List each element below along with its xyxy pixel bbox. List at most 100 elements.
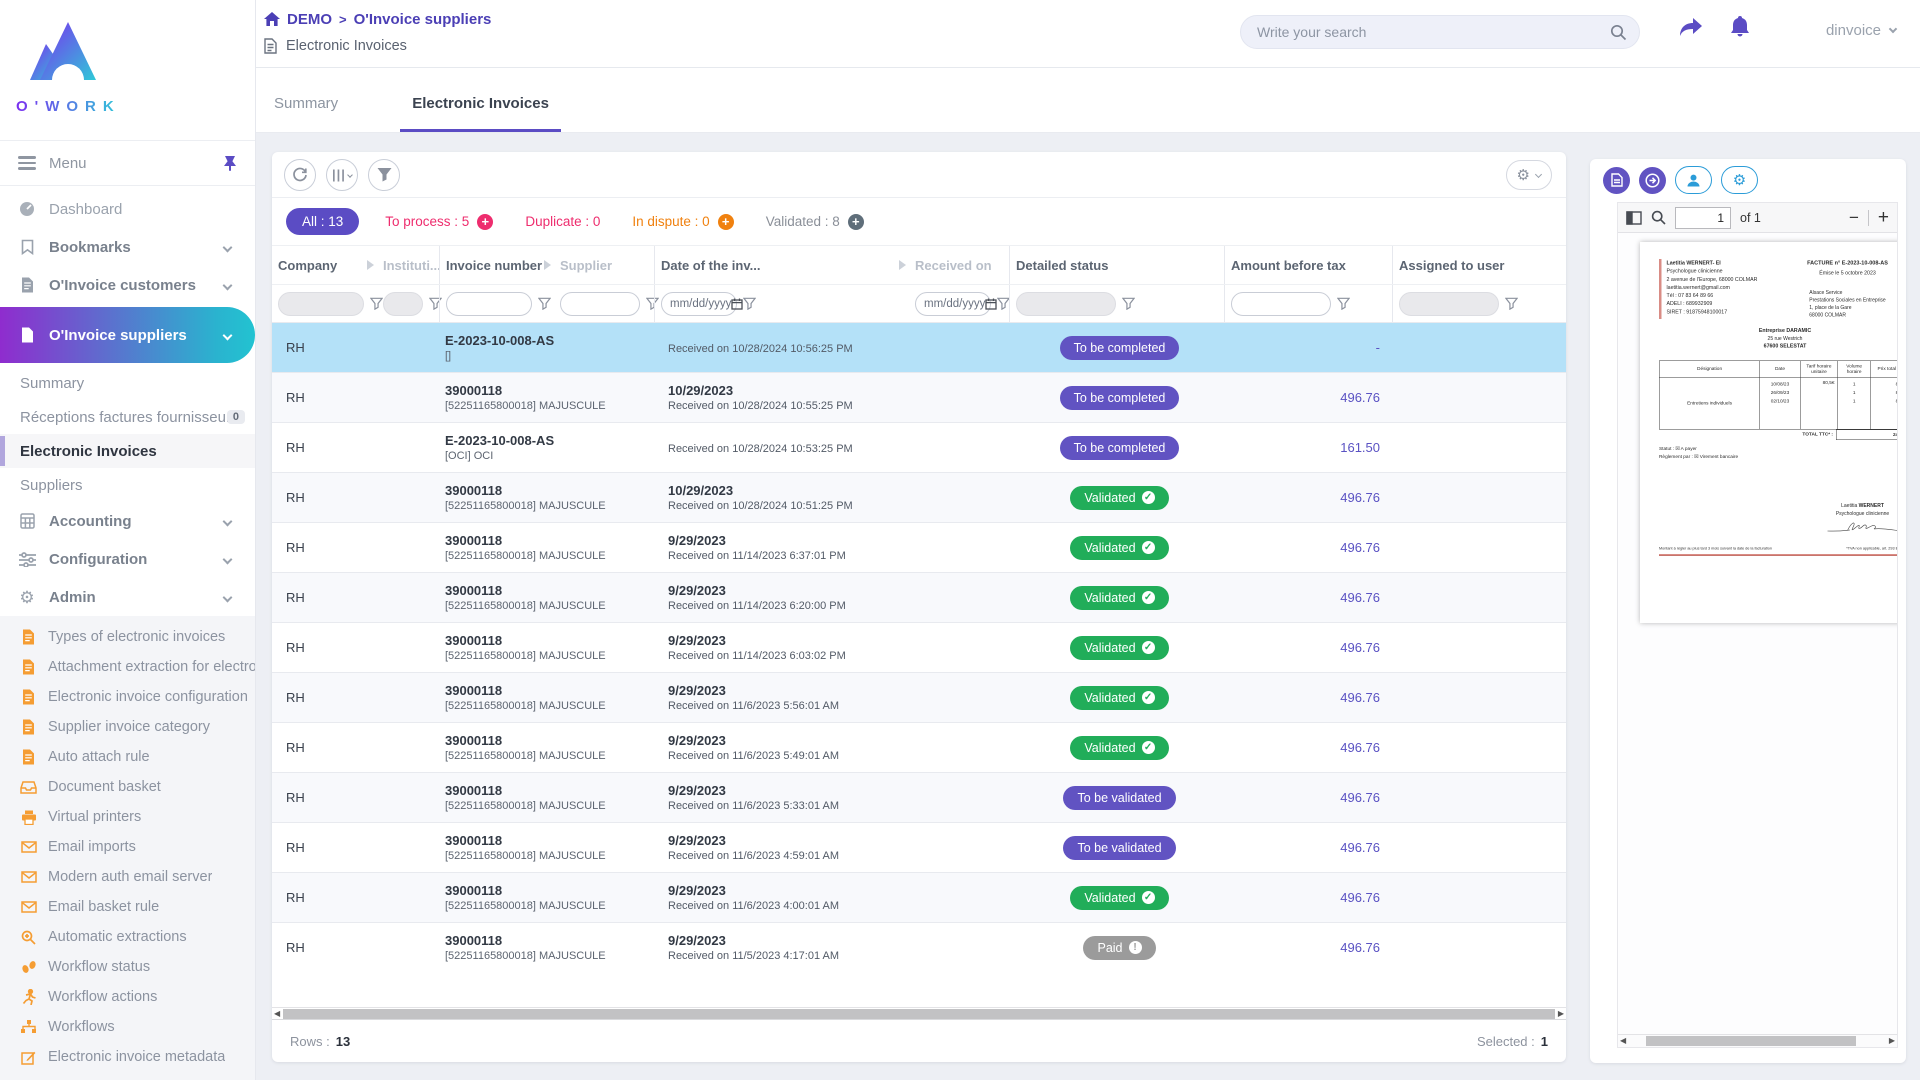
table-row-12[interactable]: RH 39000118[52251165800018] MAJUSCULE 9/… bbox=[272, 922, 1566, 972]
refresh-button[interactable] bbox=[284, 159, 316, 191]
table-row-10[interactable]: RH 39000118[52251165800018] MAJUSCULE 9/… bbox=[272, 822, 1566, 872]
column-header-8[interactable]: Assigned to user bbox=[1392, 246, 1566, 284]
funnel-icon[interactable] bbox=[743, 297, 756, 310]
funnel-icon[interactable] bbox=[1122, 297, 1135, 310]
filter-pill-2[interactable]: Duplicate : 0 bbox=[525, 214, 600, 229]
scroll-left-icon[interactable]: ◀ bbox=[274, 1008, 280, 1020]
search-icon[interactable] bbox=[1610, 24, 1627, 41]
column-filter-input[interactable] bbox=[1399, 292, 1499, 316]
table-row-4[interactable]: RH 39000118[52251165800018] MAJUSCULE 9/… bbox=[272, 522, 1566, 572]
table-row-8[interactable]: RH 39000118[52251165800018] MAJUSCULE 9/… bbox=[272, 722, 1566, 772]
table-row-7[interactable]: RH 39000118[52251165800018] MAJUSCULE 9/… bbox=[272, 672, 1566, 722]
amount-link[interactable]: 496.76 bbox=[1340, 790, 1380, 805]
filter-pill-4[interactable]: Validated : 8+ bbox=[766, 214, 864, 230]
sidebar-admin-item-23[interactable]: Workflow actions bbox=[0, 982, 255, 1012]
sidebar-admin-item-18[interactable]: Email imports bbox=[0, 832, 255, 862]
date-filter-input[interactable]: mm/dd/yyyy bbox=[915, 292, 991, 316]
sidebar-admin-item-12[interactable]: Attachment extraction for electronic inv… bbox=[0, 652, 255, 682]
column-header-5[interactable]: Received on bbox=[909, 246, 1009, 284]
column-filter-input[interactable] bbox=[1016, 292, 1116, 316]
amount-link[interactable]: 496.76 bbox=[1340, 490, 1380, 505]
sidebar-item-0[interactable]: Dashboard bbox=[0, 190, 255, 228]
column-filter-input[interactable] bbox=[1231, 292, 1331, 316]
table-row-9[interactable]: RH 39000118[52251165800018] MAJUSCULE 9/… bbox=[272, 772, 1566, 822]
share-icon[interactable] bbox=[1678, 16, 1704, 40]
amount-link[interactable]: 496.76 bbox=[1340, 590, 1380, 605]
sidebar-subitem-5[interactable]: Réceptions factures fournisseurs 0 bbox=[0, 400, 255, 434]
breadcrumb-section[interactable]: O'Invoice suppliers bbox=[354, 11, 492, 28]
plus-circle-icon[interactable]: + bbox=[718, 214, 734, 230]
sidebar-admin-item-19[interactable]: Modern auth email server bbox=[0, 862, 255, 892]
sidebar-item-1[interactable]: Bookmarks bbox=[0, 228, 255, 266]
plus-circle-icon[interactable]: + bbox=[848, 214, 864, 230]
sidebar-subitem-7[interactable]: Suppliers bbox=[0, 468, 255, 502]
sidebar-toggle-icon[interactable] bbox=[1626, 211, 1642, 225]
filter-pill-1[interactable]: To process : 5+ bbox=[385, 214, 493, 230]
sidebar-admin-item-14[interactable]: Supplier invoice category bbox=[0, 712, 255, 742]
column-filter-input[interactable] bbox=[560, 292, 640, 316]
sidebar-admin-item-17[interactable]: Virtual printers bbox=[0, 802, 255, 832]
table-settings-button[interactable]: ⚙ bbox=[1506, 160, 1552, 190]
amount-link[interactable]: 496.76 bbox=[1340, 640, 1380, 655]
calendar-icon[interactable] bbox=[985, 298, 997, 310]
amount-link[interactable]: 161.50 bbox=[1340, 440, 1380, 455]
scroll-left-icon[interactable]: ◀ bbox=[1620, 1035, 1626, 1047]
funnel-icon[interactable] bbox=[1337, 297, 1350, 310]
sidebar-item-10[interactable]: ⚙ Admin bbox=[0, 578, 255, 616]
scroll-right-icon[interactable]: ▶ bbox=[1558, 1008, 1564, 1020]
home-icon[interactable] bbox=[264, 12, 280, 27]
table-row-6[interactable]: RH 39000118[52251165800018] MAJUSCULE 9/… bbox=[272, 622, 1566, 672]
pin-icon[interactable] bbox=[223, 155, 237, 171]
table-row-1[interactable]: RH 39000118[52251165800018] MAJUSCULE 10… bbox=[272, 372, 1566, 422]
zoom-in-button[interactable]: + bbox=[1878, 208, 1889, 227]
open-invoice-button[interactable] bbox=[1639, 167, 1666, 194]
sidebar-subitem-6[interactable]: Electronic Invoices bbox=[0, 434, 255, 468]
columns-button[interactable]: ||| bbox=[326, 159, 358, 191]
amount-link[interactable]: - bbox=[1376, 340, 1380, 355]
amount-link[interactable]: 496.76 bbox=[1340, 390, 1380, 405]
column-header-7[interactable]: Amount before tax bbox=[1224, 246, 1392, 284]
column-header-6[interactable]: Detailed status bbox=[1009, 246, 1224, 284]
amount-link[interactable]: 496.76 bbox=[1340, 690, 1380, 705]
column-header-2[interactable]: Invoice number bbox=[439, 246, 554, 284]
table-row-11[interactable]: RH 39000118[52251165800018] MAJUSCULE 9/… bbox=[272, 872, 1566, 922]
zoom-out-button[interactable]: − bbox=[1849, 209, 1859, 226]
column-filter-input[interactable] bbox=[278, 292, 364, 316]
filter-pill-3[interactable]: In dispute : 0+ bbox=[632, 214, 733, 230]
sidebar-admin-item-20[interactable]: Email basket rule bbox=[0, 892, 255, 922]
scrollbar-thumb[interactable] bbox=[283, 1009, 1555, 1019]
page-number-input[interactable] bbox=[1675, 207, 1731, 229]
column-filter-input[interactable] bbox=[383, 292, 423, 316]
column-header-0[interactable]: Company bbox=[272, 246, 377, 284]
sidebar-admin-item-22[interactable]: Workflow status bbox=[0, 952, 255, 982]
tab-summary[interactable]: Summary bbox=[266, 95, 346, 132]
sidebar-admin-item-25[interactable]: Electronic invoice metadata bbox=[0, 1042, 255, 1072]
plus-circle-icon[interactable]: + bbox=[477, 214, 493, 230]
table-row-5[interactable]: RH 39000118[52251165800018] MAJUSCULE 9/… bbox=[272, 572, 1566, 622]
amount-link[interactable]: 496.76 bbox=[1340, 840, 1380, 855]
notifications-bell-icon[interactable] bbox=[1728, 14, 1752, 40]
filter-pill-0[interactable]: All : 13 bbox=[286, 208, 359, 235]
sidebar-item-3[interactable]: O'Invoice suppliers bbox=[0, 307, 255, 363]
sidebar-admin-item-24[interactable]: Workflows bbox=[0, 1012, 255, 1042]
scroll-right-icon[interactable]: ▶ bbox=[1889, 1035, 1895, 1047]
amount-link[interactable]: 496.76 bbox=[1340, 940, 1380, 955]
column-expand-icon[interactable] bbox=[544, 260, 551, 270]
table-row-3[interactable]: RH 39000118[52251165800018] MAJUSCULE 10… bbox=[272, 472, 1566, 522]
sidebar-admin-item-16[interactable]: Document basket bbox=[0, 772, 255, 802]
table-row-2[interactable]: RH E-2023-10-008-AS[OCI] OCI Received on… bbox=[272, 422, 1566, 472]
sidebar-admin-item-15[interactable]: Auto attach rule bbox=[0, 742, 255, 772]
column-header-1[interactable]: Instituti... bbox=[377, 246, 439, 284]
funnel-icon[interactable] bbox=[1505, 297, 1518, 310]
sidebar-item-2[interactable]: O'Invoice customers bbox=[0, 266, 255, 304]
amount-link[interactable]: 496.76 bbox=[1340, 890, 1380, 905]
scrollbar-thumb[interactable] bbox=[1646, 1036, 1856, 1046]
filter-button[interactable] bbox=[368, 159, 400, 191]
sidebar-subitem-4[interactable]: Summary bbox=[0, 366, 255, 400]
column-expand-icon[interactable] bbox=[367, 260, 374, 270]
pdf-horizontal-scrollbar[interactable]: ◀ ▶ bbox=[1618, 1034, 1897, 1047]
sidebar-item-8[interactable]: Accounting bbox=[0, 502, 255, 540]
table-row-0[interactable]: RH E-2023-10-008-AS[] Received on 10/28/… bbox=[272, 322, 1566, 372]
column-expand-icon[interactable] bbox=[899, 260, 906, 270]
sidebar-admin-item-13[interactable]: Electronic invoice configuration bbox=[0, 682, 255, 712]
